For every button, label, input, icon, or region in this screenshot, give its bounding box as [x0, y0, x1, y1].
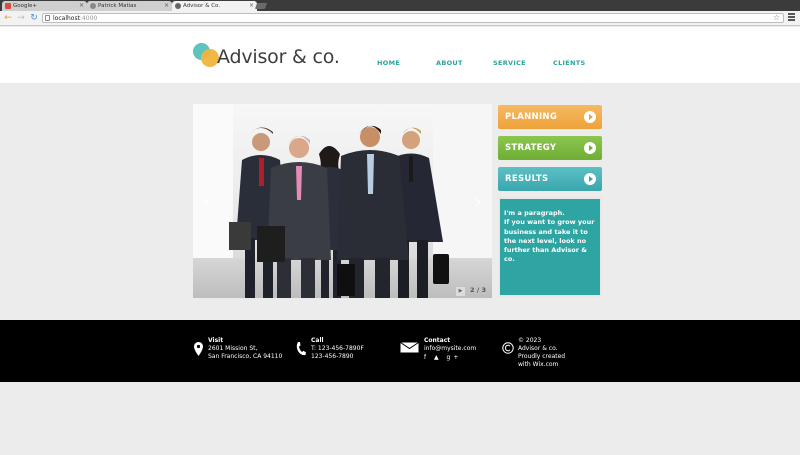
- google-plus-favicon-icon: [5, 3, 11, 9]
- strategy-label: STRATEGY: [505, 143, 557, 153]
- visit-address-2: San Francisco, CA 94110: [208, 353, 283, 360]
- call-line-1: T: 123-456-7890F: [311, 345, 364, 352]
- call-line-2: 123-456-7890: [311, 353, 354, 360]
- contact-title: Contact: [424, 337, 451, 344]
- play-circle-icon: [584, 173, 596, 185]
- page-favicon-icon: [90, 3, 96, 9]
- browser-menu-icon[interactable]: [788, 13, 795, 23]
- logo-text[interactable]: Advisor & co.: [217, 46, 340, 68]
- tab-close-icon[interactable]: ×: [79, 1, 84, 11]
- image-slider: ‹ › ▶ 2 / 3: [193, 104, 492, 298]
- site-footer: Visit 2601 Mission St, San Francisco, CA…: [0, 320, 800, 382]
- tab-close-icon[interactable]: ×: [164, 1, 169, 11]
- visit-title: Visit: [208, 337, 224, 344]
- footer-visit: Visit 2601 Mission St, San Francisco, CA…: [208, 337, 282, 361]
- copyright-line-1: © 2023: [518, 337, 542, 344]
- back-arrow-icon[interactable]: ←: [2, 12, 14, 24]
- envelope-icon: [400, 342, 419, 353]
- page-icon: [45, 15, 50, 21]
- location-pin-icon: [194, 342, 203, 356]
- nav-home[interactable]: HOME: [377, 59, 400, 67]
- call-title: Call: [311, 337, 324, 344]
- new-tab-button[interactable]: [254, 3, 268, 9]
- play-circle-icon: [584, 142, 596, 154]
- browser-tab-patrick-matias[interactable]: Patrick Matias ×: [87, 1, 172, 11]
- strategy-button[interactable]: STRATEGY: [498, 136, 602, 160]
- footer-copyright: © 2023 Advisor & co. Proudly created wit…: [518, 337, 565, 369]
- planning-label: PLANNING: [505, 112, 558, 122]
- paragraph-body: If you want to grow your business and ta…: [504, 218, 595, 264]
- tab-title: Google+: [13, 3, 38, 9]
- phone-icon: [296, 342, 306, 356]
- footer-call: Call T: 123-456-7890F 123-456-7890: [311, 337, 364, 361]
- contact-email[interactable]: info@mysite.com: [424, 345, 476, 353]
- url-host: localhost: [53, 15, 80, 22]
- browser-tab-strip: Google+ × Patrick Matias × Advisor & Co.…: [0, 0, 800, 11]
- page-favicon-icon: [175, 3, 181, 9]
- copyright-line-4: with Wix.com: [518, 361, 559, 368]
- business-people-photo: [229, 125, 449, 298]
- copyright-line-2: Advisor & co.: [518, 345, 558, 352]
- paragraph-heading: I'm a paragraph.: [504, 209, 565, 217]
- planning-button[interactable]: PLANNING: [498, 105, 602, 129]
- forward-arrow-icon[interactable]: →: [15, 12, 27, 24]
- slide-counter: ▶ 2 / 3: [456, 286, 486, 296]
- slider-next-arrow-icon[interactable]: ›: [474, 189, 482, 213]
- results-button[interactable]: RESULTS: [498, 167, 602, 191]
- tab-title: Advisor & Co.: [183, 3, 221, 9]
- browser-tab-advisor[interactable]: Advisor & Co. ×: [172, 1, 257, 11]
- visit-address-1: 2601 Mission St,: [208, 345, 258, 352]
- copyright-icon: [502, 342, 514, 354]
- tab-title: Patrick Matias: [98, 3, 137, 9]
- site-header: Advisor & co. HOME ABOUT SERVICE CLIENTS: [0, 27, 800, 83]
- nav-clients[interactable]: CLIENTS: [553, 59, 585, 67]
- results-label: RESULTS: [505, 174, 549, 184]
- nav-about[interactable]: ABOUT: [436, 59, 463, 67]
- url-port: :4000: [79, 15, 98, 22]
- reload-icon[interactable]: ↻: [28, 12, 40, 24]
- slide-counter-text: 2 / 3: [470, 286, 486, 294]
- slider-prev-arrow-icon[interactable]: ‹: [203, 189, 211, 213]
- copyright-line-3: Proudly created: [518, 353, 566, 360]
- slideshow-play-icon[interactable]: ▶: [456, 287, 466, 296]
- footer-contact: Contact info@mysite.com f ▲ g+: [424, 337, 476, 362]
- address-bar[interactable]: localhost:4000: [42, 13, 784, 23]
- browser-tab-google-plus[interactable]: Google+ ×: [2, 1, 87, 11]
- paragraph-box: I'm a paragraph. If you want to grow you…: [498, 197, 602, 297]
- bookmark-star-icon[interactable]: ☆: [773, 12, 780, 24]
- browser-toolbar: ← → ↻ localhost:4000 ☆: [0, 11, 800, 26]
- play-circle-icon: [584, 111, 596, 123]
- nav-service[interactable]: SERVICE: [493, 59, 526, 67]
- tab-close-icon[interactable]: ×: [249, 1, 254, 11]
- social-icons[interactable]: f ▲ g+: [424, 354, 476, 362]
